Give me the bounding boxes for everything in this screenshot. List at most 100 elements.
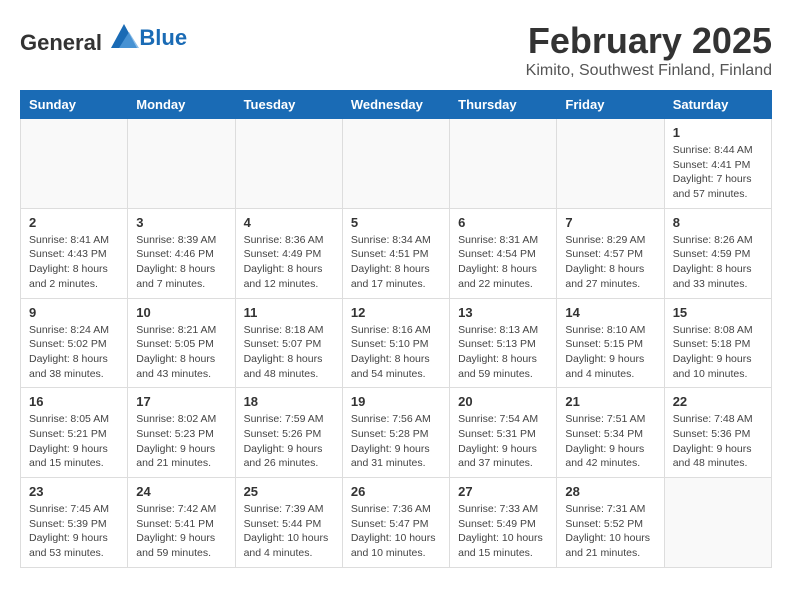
calendar-cell: 19 Sunrise: 7:56 AM Sunset: 5:28 PM Dayli… [342, 388, 449, 478]
day-info: Sunrise: 7:42 AM Sunset: 5:41 PM Dayligh… [136, 502, 226, 561]
calendar-cell: 22Sunrise: 7:48 AM Sunset: 5:36 PM Dayli… [664, 388, 771, 478]
day-number: 25 [244, 484, 334, 499]
page-header: General Blue February 2025 Kimito, South… [20, 20, 772, 80]
location-title: Kimito, Southwest Finland, Finland [526, 62, 772, 80]
day-number: 11 [244, 305, 334, 320]
calendar-header: SundayMondayTuesdayWednesdayThursdayFrid… [21, 91, 772, 119]
day-info: Sunrise: 8:29 AM Sunset: 4:57 PM Dayligh… [565, 233, 655, 292]
weekday-header: Thursday [450, 91, 557, 119]
calendar-cell: 5 Sunrise: 8:34 AM Sunset: 4:51 PM Daylig… [342, 208, 449, 298]
calendar-cell: 2 Sunrise: 8:41 AM Sunset: 4:43 PM Daylig… [21, 208, 128, 298]
calendar-cell [557, 119, 664, 209]
day-info: Sunrise: 8:26 AM Sunset: 4:59 PM Dayligh… [673, 233, 763, 292]
day-number: 3 [136, 215, 226, 230]
calendar-cell: 14Sunrise: 8:10 AM Sunset: 5:15 PM Dayli… [557, 298, 664, 388]
title-area: February 2025 Kimito, Southwest Finland,… [526, 20, 772, 80]
day-number: 13 [458, 305, 548, 320]
day-number: 20 [458, 394, 548, 409]
day-info: Sunrise: 7:59 AM Sunset: 5:26 PM Dayligh… [244, 412, 334, 471]
calendar-cell: 25 Sunrise: 7:39 AM Sunset: 5:44 PM Dayli… [235, 478, 342, 568]
day-number: 7 [565, 215, 655, 230]
calendar-cell: 18Sunrise: 7:59 AM Sunset: 5:26 PM Dayli… [235, 388, 342, 478]
logo: General Blue [20, 20, 187, 56]
weekday-header: Monday [128, 91, 235, 119]
calendar-cell: 10 Sunrise: 8:21 AM Sunset: 5:05 PM Dayli… [128, 298, 235, 388]
day-info: Sunrise: 8:34 AM Sunset: 4:51 PM Dayligh… [351, 233, 441, 292]
weekday-header: Saturday [664, 91, 771, 119]
day-info: Sunrise: 7:45 AM Sunset: 5:39 PM Dayligh… [29, 502, 119, 561]
day-number: 1 [673, 125, 763, 140]
calendar-week-row: 16 Sunrise: 8:05 AM Sunset: 5:21 PM Dayli… [21, 388, 772, 478]
day-number: 28 [565, 484, 655, 499]
calendar-cell [664, 478, 771, 568]
logo-general: General [20, 30, 102, 55]
day-info: Sunrise: 8:24 AM Sunset: 5:02 PM Dayligh… [29, 323, 119, 382]
calendar-cell: 15 Sunrise: 8:08 AM Sunset: 5:18 PM Dayli… [664, 298, 771, 388]
calendar-cell: 9 Sunrise: 8:24 AM Sunset: 5:02 PM Daylig… [21, 298, 128, 388]
calendar-cell: 21 Sunrise: 7:51 AM Sunset: 5:34 PM Dayli… [557, 388, 664, 478]
calendar-week-row: 1 Sunrise: 8:44 AM Sunset: 4:41 PM Daylig… [21, 119, 772, 209]
weekday-header: Wednesday [342, 91, 449, 119]
calendar-cell: 26 Sunrise: 7:36 AM Sunset: 5:47 PM Dayli… [342, 478, 449, 568]
header-row: SundayMondayTuesdayWednesdayThursdayFrid… [21, 91, 772, 119]
calendar-body: 1 Sunrise: 8:44 AM Sunset: 4:41 PM Daylig… [21, 119, 772, 568]
day-info: Sunrise: 7:51 AM Sunset: 5:34 PM Dayligh… [565, 412, 655, 471]
day-info: Sunrise: 8:31 AM Sunset: 4:54 PM Dayligh… [458, 233, 548, 292]
day-info: Sunrise: 8:05 AM Sunset: 5:21 PM Dayligh… [29, 412, 119, 471]
calendar-cell [21, 119, 128, 209]
month-title: February 2025 [526, 20, 772, 62]
calendar-cell: 17Sunrise: 8:02 AM Sunset: 5:23 PM Dayli… [128, 388, 235, 478]
day-info: Sunrise: 7:36 AM Sunset: 5:47 PM Dayligh… [351, 502, 441, 561]
day-number: 23 [29, 484, 119, 499]
calendar-cell: 1 Sunrise: 8:44 AM Sunset: 4:41 PM Daylig… [664, 119, 771, 209]
calendar-cell: 11 Sunrise: 8:18 AM Sunset: 5:07 PM Dayli… [235, 298, 342, 388]
calendar-cell: 7 Sunrise: 8:29 AM Sunset: 4:57 PM Daylig… [557, 208, 664, 298]
calendar-cell: 4 Sunrise: 8:36 AM Sunset: 4:49 PM Daylig… [235, 208, 342, 298]
day-number: 5 [351, 215, 441, 230]
day-info: Sunrise: 8:02 AM Sunset: 5:23 PM Dayligh… [136, 412, 226, 471]
day-info: Sunrise: 8:16 AM Sunset: 5:10 PM Dayligh… [351, 323, 441, 382]
calendar-week-row: 23 Sunrise: 7:45 AM Sunset: 5:39 PM Dayli… [21, 478, 772, 568]
day-info: Sunrise: 7:33 AM Sunset: 5:49 PM Dayligh… [458, 502, 548, 561]
day-info: Sunrise: 8:13 AM Sunset: 5:13 PM Dayligh… [458, 323, 548, 382]
logo-icon [109, 20, 139, 50]
day-info: Sunrise: 7:39 AM Sunset: 5:44 PM Dayligh… [244, 502, 334, 561]
calendar-cell: 3Sunrise: 8:39 AM Sunset: 4:46 PM Daylig… [128, 208, 235, 298]
day-number: 21 [565, 394, 655, 409]
day-number: 27 [458, 484, 548, 499]
day-number: 26 [351, 484, 441, 499]
day-info: Sunrise: 7:31 AM Sunset: 5:52 PM Dayligh… [565, 502, 655, 561]
calendar-cell: 12 Sunrise: 8:16 AM Sunset: 5:10 PM Dayli… [342, 298, 449, 388]
day-number: 9 [29, 305, 119, 320]
day-info: Sunrise: 8:21 AM Sunset: 5:05 PM Dayligh… [136, 323, 226, 382]
day-info: Sunrise: 8:44 AM Sunset: 4:41 PM Dayligh… [673, 143, 763, 202]
logo-blue: Blue [139, 25, 187, 50]
day-info: Sunrise: 7:48 AM Sunset: 5:36 PM Dayligh… [673, 412, 763, 471]
day-info: Sunrise: 7:56 AM Sunset: 5:28 PM Dayligh… [351, 412, 441, 471]
day-info: Sunrise: 8:08 AM Sunset: 5:18 PM Dayligh… [673, 323, 763, 382]
day-number: 10 [136, 305, 226, 320]
calendar-cell: 20 Sunrise: 7:54 AM Sunset: 5:31 PM Dayli… [450, 388, 557, 478]
day-number: 16 [29, 394, 119, 409]
calendar-cell: 27 Sunrise: 7:33 AM Sunset: 5:49 PM Dayli… [450, 478, 557, 568]
day-info: Sunrise: 7:54 AM Sunset: 5:31 PM Dayligh… [458, 412, 548, 471]
calendar-cell: 13 Sunrise: 8:13 AM Sunset: 5:13 PM Dayli… [450, 298, 557, 388]
calendar-cell: 28 Sunrise: 7:31 AM Sunset: 5:52 PM Dayli… [557, 478, 664, 568]
calendar-cell: 8 Sunrise: 8:26 AM Sunset: 4:59 PM Daylig… [664, 208, 771, 298]
day-number: 15 [673, 305, 763, 320]
day-info: Sunrise: 8:36 AM Sunset: 4:49 PM Dayligh… [244, 233, 334, 292]
calendar-week-row: 9 Sunrise: 8:24 AM Sunset: 5:02 PM Daylig… [21, 298, 772, 388]
day-number: 6 [458, 215, 548, 230]
day-number: 24 [136, 484, 226, 499]
day-info: Sunrise: 8:10 AM Sunset: 5:15 PM Dayligh… [565, 323, 655, 382]
day-number: 8 [673, 215, 763, 230]
day-number: 2 [29, 215, 119, 230]
day-number: 12 [351, 305, 441, 320]
calendar-cell [235, 119, 342, 209]
day-number: 4 [244, 215, 334, 230]
day-info: Sunrise: 8:41 AM Sunset: 4:43 PM Dayligh… [29, 233, 119, 292]
day-info: Sunrise: 8:18 AM Sunset: 5:07 PM Dayligh… [244, 323, 334, 382]
day-number: 19 [351, 394, 441, 409]
calendar-cell [128, 119, 235, 209]
weekday-header: Tuesday [235, 91, 342, 119]
